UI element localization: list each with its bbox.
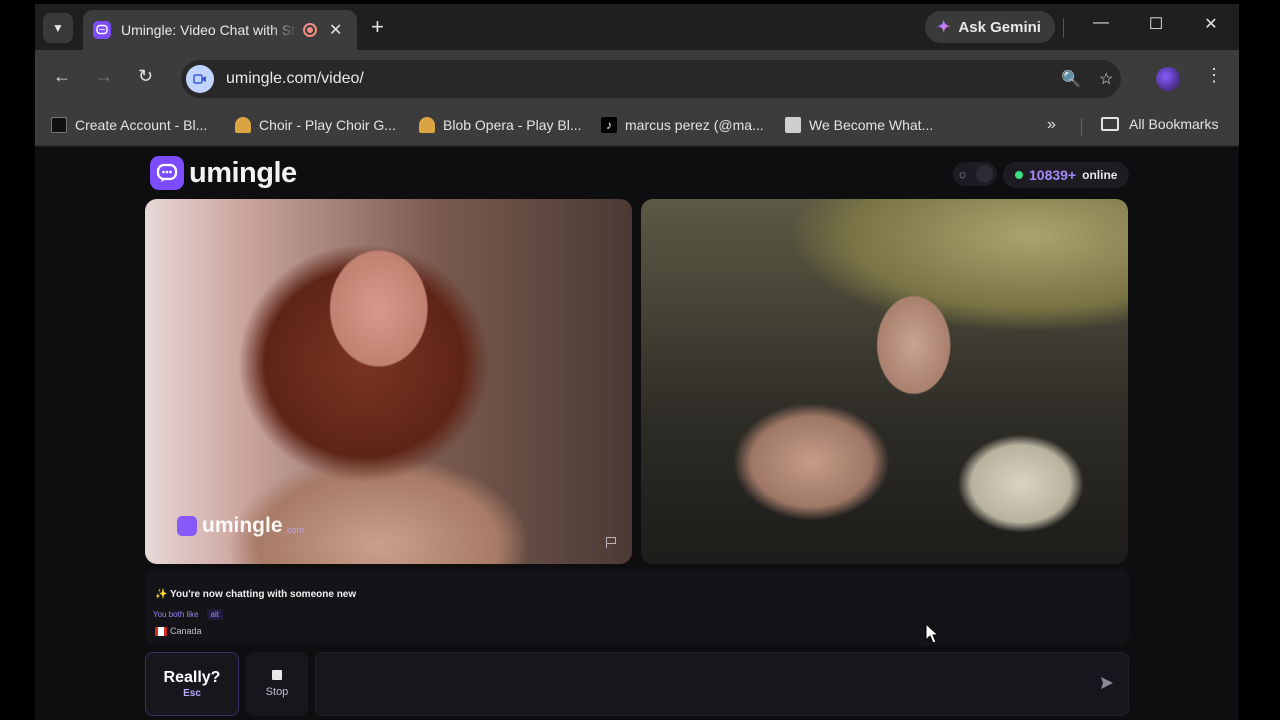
bookmark-favicon-icon xyxy=(235,117,251,133)
tab-title: Umingle: Video Chat with Strangers xyxy=(121,22,297,38)
tab-umingle[interactable]: Umingle: Video Chat with Strangers ✕ xyxy=(83,10,357,50)
chevron-down-icon: ▼ xyxy=(52,21,64,35)
video-camera-icon xyxy=(186,65,214,93)
chat-bubble-icon xyxy=(150,156,184,190)
umingle-logo-icon xyxy=(177,516,197,536)
self-video xyxy=(641,199,1128,564)
tab-strip: ▼ Umingle: Video Chat with Strangers ✕ +… xyxy=(35,4,1239,50)
tiktok-icon: ♪ xyxy=(601,117,617,133)
online-label: online xyxy=(1082,168,1118,182)
message-box[interactable] xyxy=(315,652,1129,716)
divider xyxy=(1063,18,1064,38)
stranger-video: umingle .com xyxy=(145,199,632,564)
bookmark-item[interactable]: ♪ marcus perez (@ma... xyxy=(601,117,764,133)
gemini-icon: ✦ xyxy=(937,19,951,36)
toggle-knob xyxy=(976,165,993,183)
bookmark-label: We Become What... xyxy=(809,117,934,133)
bookmark-item[interactable]: We Become What... xyxy=(785,117,933,133)
zoom-icon[interactable]: 🔍 xyxy=(1061,69,1081,89)
online-count: 10839+ xyxy=(1029,167,1077,183)
bookmark-item[interactable]: Create Account - Bl... xyxy=(51,117,207,133)
stop-button[interactable]: Stop xyxy=(246,652,308,716)
site-logo[interactable]: umingle xyxy=(150,156,297,190)
all-bookmarks-label: All Bookmarks xyxy=(1129,116,1219,132)
next-button-label: Really? xyxy=(163,669,221,686)
divider xyxy=(1081,118,1082,136)
country-label: Canada xyxy=(170,626,202,636)
bookmark-label: Create Account - Bl... xyxy=(75,117,208,133)
bookmarks-overflow-icon[interactable]: » xyxy=(1047,116,1056,134)
watermark-suffix: .com xyxy=(284,525,305,535)
browser-window: ▼ Umingle: Video Chat with Strangers ✕ +… xyxy=(35,4,1239,720)
bookmarks-bar: Create Account - Bl... Choir - Play Choi… xyxy=(35,106,1239,146)
canada-flag-icon xyxy=(155,626,167,636)
bookmark-favicon-icon xyxy=(785,117,801,133)
message-input[interactable] xyxy=(326,673,1066,697)
stranger-country: Canada xyxy=(155,626,202,636)
all-bookmarks-button[interactable]: All Bookmarks xyxy=(1101,116,1218,132)
theme-toggle[interactable]: ☼ xyxy=(953,162,997,186)
shared-interests: You both like alt xyxy=(153,609,223,620)
watermark-text: umingle xyxy=(202,514,283,537)
send-icon[interactable] xyxy=(1100,676,1114,690)
tab-close-icon[interactable]: ✕ xyxy=(329,20,342,40)
report-flag-icon[interactable] xyxy=(606,537,616,548)
reload-icon[interactable]: ↻ xyxy=(138,66,153,87)
tab-search-button[interactable]: ▼ xyxy=(43,13,73,43)
recording-icon xyxy=(303,23,317,37)
address-bar[interactable]: umingle.com/video/ 🔍 ☆ xyxy=(181,60,1121,98)
toolbar: ← → ↻ umingle.com/video/ 🔍 ☆ ⋮ xyxy=(35,50,1239,106)
new-tab-button[interactable]: + xyxy=(371,16,384,38)
bookmark-item[interactable]: Blob Opera - Play Bl... xyxy=(419,117,582,133)
bookmark-favicon-icon xyxy=(419,117,435,133)
umingle-favicon-icon xyxy=(93,21,111,39)
sun-icon: ☼ xyxy=(957,167,968,181)
page-content: umingle ☼ 10839+ online umingle .com ✨ Y… xyxy=(35,147,1239,720)
profile-avatar[interactable] xyxy=(1156,67,1180,91)
stop-button-label: Stop xyxy=(265,686,289,698)
next-button-shortcut: Esc xyxy=(183,688,201,699)
forward-arrow-icon[interactable]: → xyxy=(95,66,113,87)
folder-icon xyxy=(1101,117,1119,131)
bookmark-label: Blob Opera - Play Bl... xyxy=(443,117,582,133)
online-status-dot xyxy=(1015,171,1023,179)
url-text: umingle.com/video/ xyxy=(226,70,364,87)
shared-interests-label: You both like xyxy=(153,610,199,619)
chat-log: ✨ You're now chatting with someone new Y… xyxy=(145,569,1129,645)
bookmark-star-icon[interactable]: ☆ xyxy=(1099,69,1113,89)
back-arrow-icon[interactable]: ← xyxy=(53,66,71,87)
bookmark-favicon-icon xyxy=(51,117,67,133)
mouse-cursor-icon xyxy=(925,623,939,644)
bookmark-label: marcus perez (@ma... xyxy=(625,117,764,133)
more-menu-icon[interactable]: ⋮ xyxy=(1205,65,1223,86)
video-watermark: umingle .com xyxy=(177,514,304,538)
bookmark-item[interactable]: Choir - Play Choir G... xyxy=(235,117,396,133)
bookmark-label: Choir - Play Choir G... xyxy=(259,117,396,133)
chat-status-message: ✨ You're now chatting with someone new xyxy=(155,589,357,600)
ask-gemini-label: Ask Gemini xyxy=(958,18,1041,36)
logo-text: umingle xyxy=(189,156,297,189)
maximize-icon[interactable]: ☐ xyxy=(1141,14,1171,34)
minimize-icon[interactable]: — xyxy=(1086,14,1116,32)
ask-gemini-button[interactable]: ✦ Ask Gemini xyxy=(925,11,1055,43)
stop-icon xyxy=(272,670,282,680)
next-button[interactable]: Really? Esc xyxy=(145,652,239,716)
close-window-icon[interactable]: ✕ xyxy=(1196,14,1226,34)
online-counter: 10839+ online xyxy=(1003,162,1130,188)
interest-tag: alt xyxy=(206,609,223,620)
